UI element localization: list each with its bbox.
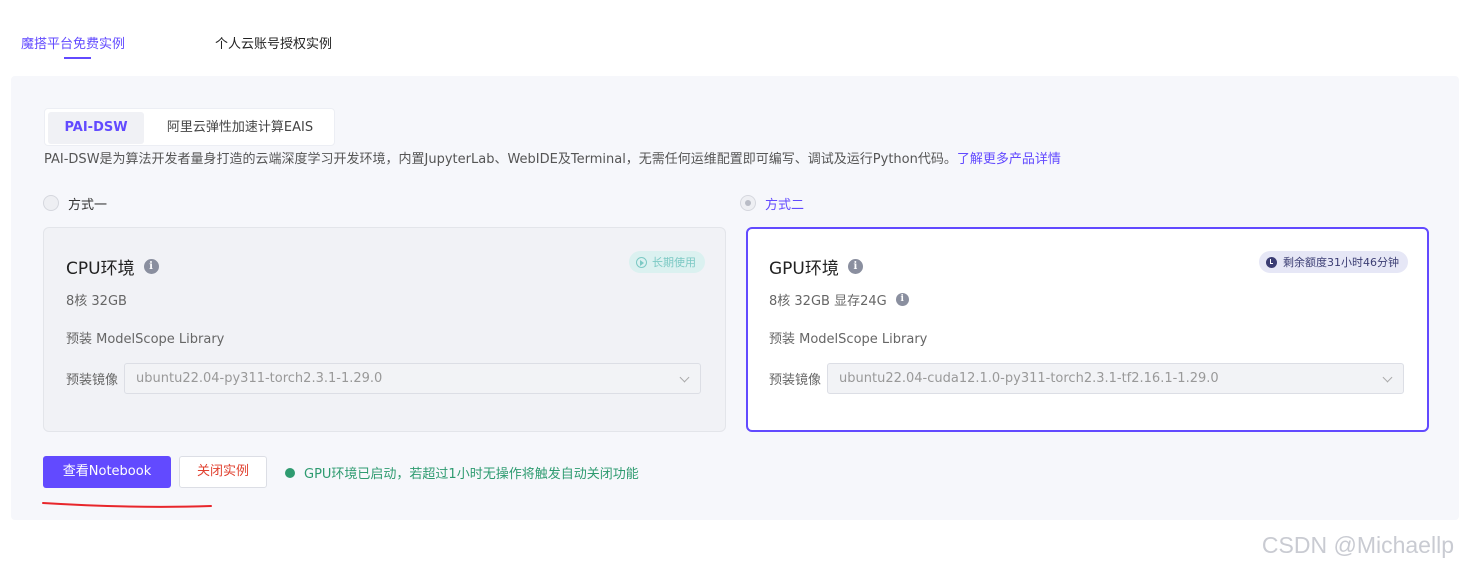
cpu-image-label: 预装镜像 (66, 373, 119, 388)
quota-badge-text: 剩余额度31小时46分钟 (1283, 256, 1399, 269)
info-icon[interactable]: i (895, 293, 909, 306)
info-icon[interactable]: i (847, 259, 863, 274)
top-tabs: 魔搭平台免费实例 个人云账号授权实例 (0, 0, 1459, 70)
close-instance-button[interactable]: 关闭实例 (179, 456, 267, 488)
play-icon (636, 256, 647, 268)
cpu-image-row: 预装镜像 ubuntu22.04-py311-torch2.3.1-1.29.0 (66, 363, 702, 394)
option-one-radio[interactable]: 方式一 (43, 194, 108, 213)
gpu-card-title: GPU环境 i (769, 254, 863, 279)
gpu-image-select[interactable]: ubuntu22.04-cuda12.1.0-py311-torch2.3.1-… (827, 363, 1405, 394)
option-one-label: 方式一 (68, 197, 108, 213)
gpu-preinstall: 预装 ModelScope Library (769, 332, 928, 347)
status-dot-icon (285, 467, 295, 478)
status-text: GPU环境已启动，若超过1小时无操作将触发自动关闭功能 (304, 467, 639, 482)
gpu-image-row: 预装镜像 ubuntu22.04-cuda12.1.0-py311-torch2… (769, 363, 1405, 394)
segment-eais[interactable]: 阿里云弹性加速计算EAIS (148, 112, 332, 144)
description-text: PAI-DSW是为算法开发者量身打造的云端深度学习开发环境，内置JupyterL… (44, 152, 957, 167)
radio-circle (43, 195, 59, 211)
tab-personal-cloud[interactable]: 个人云账号授权实例 (215, 33, 332, 52)
segment-pai-dsw[interactable]: PAI-DSW (48, 112, 144, 144)
info-icon[interactable]: i (143, 259, 159, 274)
active-tab-indicator (64, 57, 91, 59)
quota-badge: 剩余额度31小时46分钟 (1259, 251, 1408, 273)
cpu-spec: 8核 32GB (66, 294, 127, 309)
cpu-image-select[interactable]: ubuntu22.04-py311-torch2.3.1-1.29.0 (124, 363, 702, 394)
gpu-environment-card[interactable]: GPU环境 i 剩余额度31小时46分钟 8核 32GB 显存24G i 预装 … (746, 227, 1429, 432)
product-segment: PAI-DSW 阿里云弹性加速计算EAIS (44, 108, 335, 146)
clock-icon (1266, 256, 1277, 268)
gpu-spec: 8核 32GB 显存24G i (769, 290, 909, 309)
chevron-down-icon (679, 372, 690, 383)
view-notebook-button[interactable]: 查看Notebook (43, 456, 171, 488)
gpu-image-value: ubuntu22.04-cuda12.1.0-py311-torch2.3.1-… (839, 371, 1219, 386)
tab-modelscope-free[interactable]: 魔搭平台免费实例 (21, 33, 125, 52)
cpu-environment-card[interactable]: CPU环境 i 长期使用 8核 32GB 预装 ModelScope Libra… (43, 227, 726, 432)
cpu-card-title: CPU环境 i (66, 254, 159, 279)
long-term-badge: 长期使用 (629, 251, 705, 273)
cpu-image-value: ubuntu22.04-py311-torch2.3.1-1.29.0 (136, 371, 383, 386)
watermark: CSDN @Michaellp (1261, 532, 1454, 558)
radio-circle-checked (740, 195, 756, 211)
status-message: GPU环境已启动，若超过1小时无操作将触发自动关闭功能 (285, 463, 639, 482)
product-description: PAI-DSW是为算法开发者量身打造的云端深度学习开发环境，内置JupyterL… (44, 148, 1061, 167)
cpu-title-text: CPU环境 (66, 259, 135, 279)
option-two-label: 方式二 (765, 197, 805, 213)
gpu-title-text: GPU环境 (769, 259, 839, 279)
chevron-down-icon (1382, 372, 1393, 383)
red-underline-annotation (42, 502, 212, 508)
long-term-badge-text: 长期使用 (652, 256, 696, 269)
learn-more-link[interactable]: 了解更多产品详情 (957, 152, 1061, 167)
cpu-preinstall: 预装 ModelScope Library (66, 332, 225, 347)
option-two-radio[interactable]: 方式二 (740, 194, 805, 213)
gpu-image-label: 预装镜像 (769, 373, 822, 388)
gpu-spec-text: 8核 32GB 显存24G (769, 294, 887, 309)
